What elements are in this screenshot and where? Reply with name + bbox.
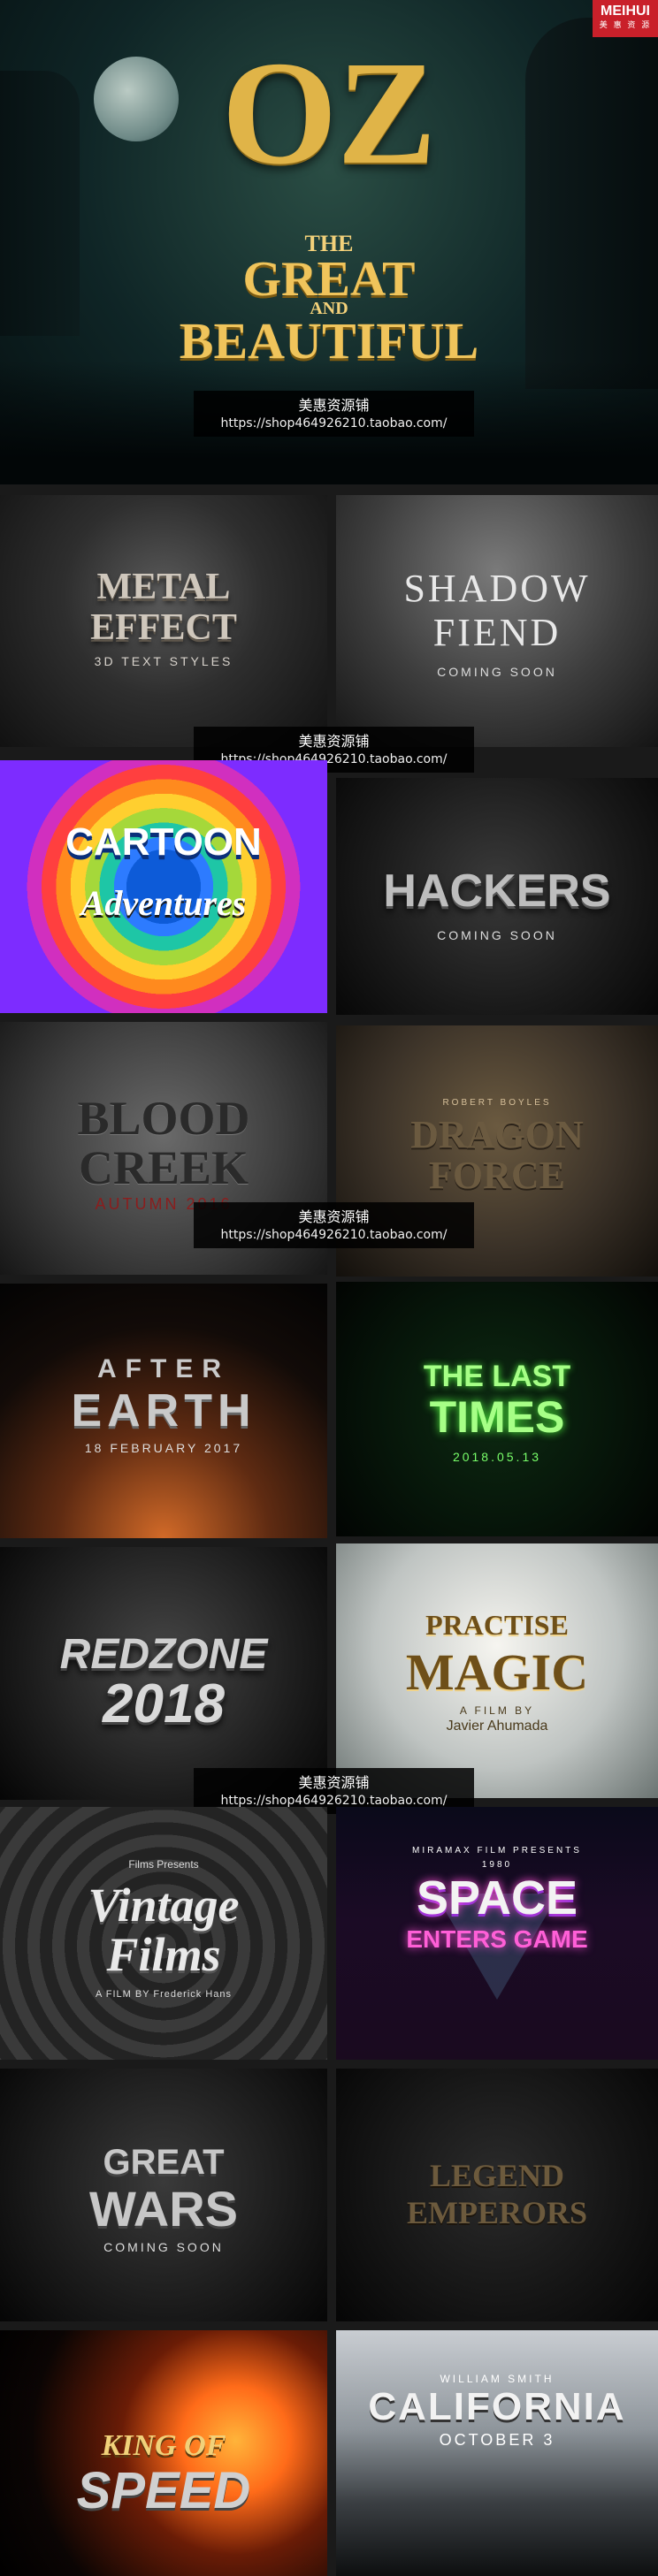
tile-cartoon-adventures: CARTOON Adventures: [0, 760, 327, 1013]
watermark-url: https://shop464926210.taobao.com/: [220, 1228, 448, 1242]
brand-badge: MEIHUI 美 惠 资 源: [593, 0, 658, 37]
tile-text-line1: KING OF: [101, 2429, 226, 2462]
tile-text-line2: WARS: [89, 2181, 238, 2237]
hero-banner: OZ THE GREAT AND BEAUTIFUL MEIHUI 美 惠 资 …: [0, 0, 658, 484]
tile-text-line1: LEGEND: [429, 2158, 565, 2193]
tile-text-line3: Films: [106, 1928, 221, 1981]
tile-text-line2: DRAGON: [410, 1113, 584, 1156]
watermark-shop-name: 美惠资源铺: [298, 1208, 370, 1225]
tile-shadow-fiend: SHADOW FIEND COMING SOON: [336, 495, 658, 747]
tile-text-line4: Javier Ahumada: [446, 1719, 548, 1734]
watermark-shop-name: 美惠资源铺: [298, 1774, 370, 1791]
watermark-shop-name: 美惠资源铺: [298, 397, 370, 414]
tile-text-line1: GREAT: [103, 2143, 225, 2182]
tile-text-line2: Adventures: [80, 883, 247, 923]
tile-practise-magic: PRACTISE MAGIC A FILM BY Javier Ahumada: [336, 1543, 658, 1798]
tile-text-line1: Films Presents: [128, 1858, 199, 1871]
brand-name: MEIHUI: [601, 4, 650, 19]
tile-text-line3: COMING SOON: [437, 928, 557, 942]
tile-text-line1: THE LAST: [423, 1360, 571, 1393]
tile-text-line3: COMING SOON: [103, 2240, 224, 2254]
tile-great-wars: GREAT WARS COMING SOON: [0, 2069, 327, 2321]
tile-text-line2: SPACE: [416, 1871, 578, 1924]
tile-text-line3: 18 FEBRUARY 2017: [84, 1441, 243, 1455]
tile-text-line2: MAGIC: [405, 1643, 589, 1701]
tile-king-of-speed: KING OF SPEED: [0, 2330, 327, 2576]
tile-text-line2: EFFECT: [90, 607, 237, 648]
tile-text-line4: 1980: [481, 1860, 513, 1870]
hero-title-beautiful: BEAUTIFUL: [179, 312, 479, 370]
tile-text-line2: CALIFORNIA: [368, 2385, 626, 2428]
tile-hackers: HACKERS COMING SOON: [336, 778, 658, 1015]
tile-text-line1: ROBERT BOYLES: [442, 1098, 552, 1108]
watermark-overlay: 美惠资源铺 https://shop464926210.taobao.com/: [194, 1202, 474, 1248]
tile-text-line2: FIEND: [432, 611, 562, 654]
tile-text-line3: 3D TEXT STYLES: [94, 654, 233, 668]
tile-text-line3: ENTERS GAME: [406, 1925, 588, 1953]
tile-after-earth: AFTER EARTH 18 FEBRUARY 2017: [0, 1284, 327, 1538]
tile-text-line2: SPEED: [76, 2462, 251, 2519]
tile-text-line2: TIMES: [429, 1392, 565, 1442]
watermark-overlay: 美惠资源铺 https://shop464926210.taobao.com/: [194, 391, 474, 437]
hero-title-great: GREAT: [242, 252, 416, 307]
tile-text-line3: OCTOBER 3: [439, 2431, 555, 2449]
tile-text-line1: WILLIAM SMITH: [440, 2373, 555, 2385]
tile-text-line1: METAL: [96, 567, 231, 607]
tile-text-line1: MIRAMAX FILM PRESENTS: [412, 1846, 582, 1856]
tile-redzone-2018: REDZONE 2018: [0, 1547, 327, 1800]
tile-the-last-times: THE LAST TIMES 2018.05.13: [336, 1282, 658, 1536]
tile-text-line2: EMPERORS: [406, 2195, 587, 2230]
tile-text-line3: FORCE: [429, 1154, 565, 1197]
tile-california: WILLIAM SMITH CALIFORNIA OCTOBER 3: [336, 2330, 658, 2576]
tile-metal-effect: METAL EFFECT 3D TEXT STYLES: [0, 495, 327, 747]
tile-legend-emperors: LEGEND EMPERORS: [336, 2069, 658, 2321]
tile-text-line1: REDZONE: [59, 1631, 268, 1678]
tile-text-line1: PRACTISE: [425, 1609, 569, 1641]
tile-text-line3: COMING SOON: [437, 665, 557, 679]
hero-title-oz: OZ: [221, 31, 437, 195]
tile-text-line3: A FILM BY: [459, 1704, 535, 1717]
tile-text-line2: EARTH: [71, 1385, 256, 1437]
tile-text-line1: BLOOD: [77, 1092, 250, 1145]
brand-tagline: 美 惠 资 源: [599, 21, 652, 30]
tile-text-line2: 2018: [103, 1673, 225, 1734]
tile-text-line1: HACKERS: [383, 865, 611, 917]
tile-text-line1: CARTOON: [65, 820, 262, 864]
tile-text-line1: SHADOW: [403, 567, 591, 610]
tile-vintage-films: Films Presents Vintage Films A FILM BY F…: [0, 1807, 327, 2060]
watermark-url: https://shop464926210.taobao.com/: [220, 416, 448, 431]
tile-text-line1: AFTER: [97, 1354, 230, 1383]
watermark-shop-name: 美惠资源铺: [298, 733, 370, 750]
tile-text-line2: Vintage: [88, 1879, 240, 1932]
tile-text-line3: 2018.05.13: [452, 1450, 542, 1464]
tile-space-enters-game: MIRAMAX FILM PRESENTS 1980 SPACE ENTERS …: [336, 1807, 658, 2060]
tile-text-line2: CREEK: [78, 1141, 249, 1194]
tile-text-line4: A FILM BY Frederick Hans: [95, 1989, 232, 2000]
